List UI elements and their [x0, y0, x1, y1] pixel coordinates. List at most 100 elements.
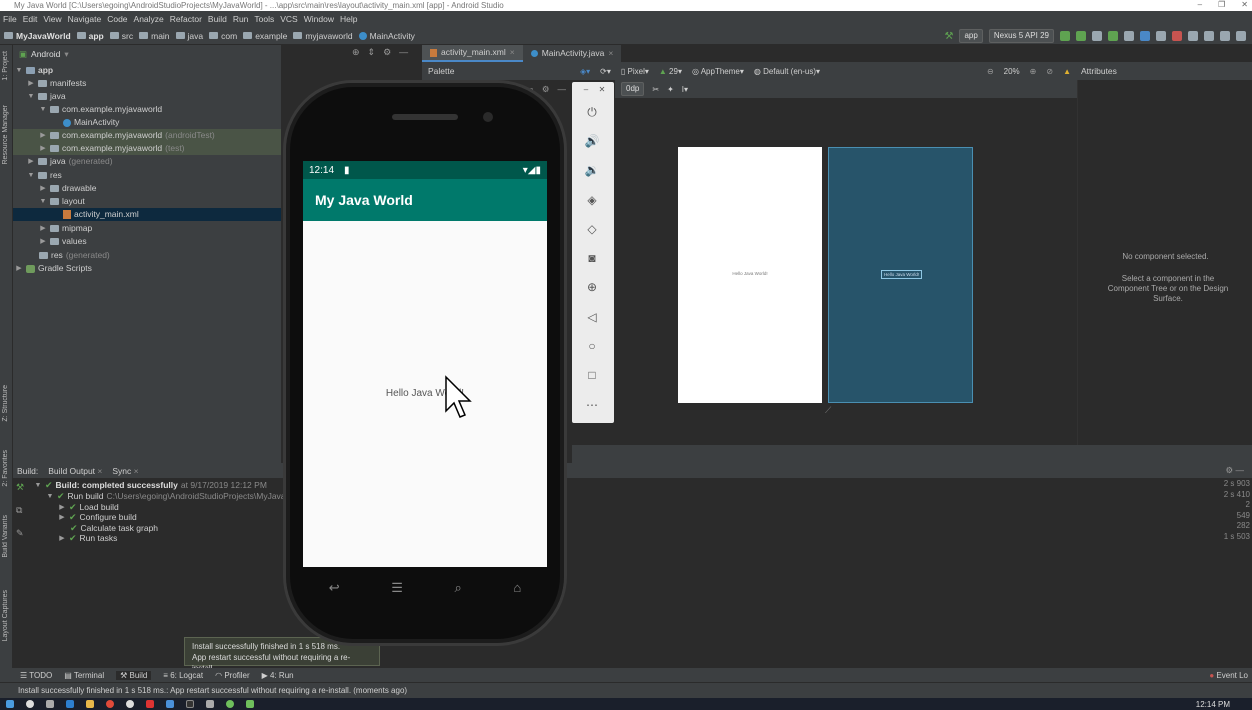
breadcrumb-example[interactable]: example [243, 31, 287, 41]
back-icon[interactable]: ◁ [584, 309, 600, 325]
tree-item-mainactivity[interactable]: MainActivity [63, 116, 119, 129]
blueprint-textview[interactable]: Hello Java World! [881, 270, 923, 279]
menu-analyze[interactable]: Analyze [134, 14, 170, 24]
menu-file[interactable]: File [3, 14, 23, 24]
tree-item-test[interactable]: ▶ com.example.myjavaworld (test) [13, 142, 281, 155]
more-icon[interactable]: ⋯ [584, 397, 600, 413]
tree-item-gradle-scripts[interactable]: ▶ Gradle Scripts [15, 262, 92, 275]
project-view-select[interactable]: Android [31, 49, 60, 59]
menu-vcs[interactable]: VCS [280, 14, 303, 24]
breadcrumb-app[interactable]: app [76, 31, 104, 41]
tab-terminal[interactable]: ▤ Terminal [64, 671, 104, 680]
menu-navigate[interactable]: Navigate [68, 14, 108, 24]
menu-build[interactable]: Build [208, 14, 233, 24]
orientation-icon[interactable]: ⟳▾ [600, 67, 611, 76]
menu-icon[interactable]: ☰ [391, 580, 403, 596]
coverage-icon[interactable] [1092, 31, 1102, 41]
hide-icon[interactable]: — [399, 47, 408, 58]
tree-item-androidtest[interactable]: ▶ com.example.myjavaworld (androidTest) [13, 129, 281, 142]
home-icon[interactable]: ⌂ [513, 580, 521, 596]
gear-icon[interactable]: ⚙ — [1226, 465, 1244, 476]
rotate-right-icon[interactable]: ◇ [584, 221, 600, 237]
tab-activity-main[interactable]: activity_main.xml × [422, 45, 523, 62]
search-icon[interactable]: ⌕ [454, 580, 461, 596]
breadcrumb-java[interactable]: java [175, 31, 203, 41]
menu-run[interactable]: Run [233, 14, 255, 24]
tab-logcat[interactable]: ≡ 6: Logcat [163, 671, 203, 680]
gear-icon[interactable]: ⚙ [542, 80, 550, 98]
breadcrumb-main[interactable]: main [139, 31, 170, 41]
tab-mainactivity-java[interactable]: MainActivity.java × [522, 45, 622, 62]
build-variants-tab[interactable]: Build Variants [2, 515, 9, 558]
android-studio-icon[interactable] [226, 700, 234, 708]
menu-view[interactable]: View [43, 14, 67, 24]
tab-profiler[interactable]: ◠ Profiler [215, 671, 250, 680]
home-icon[interactable]: ○ [584, 338, 600, 354]
close-icon[interactable]: ✕ [594, 82, 610, 98]
hammer-icon[interactable]: ⚒ [945, 31, 954, 42]
tree-item-drawable[interactable]: ▶ drawable [39, 182, 96, 195]
breadcrumb-myjavaworld[interactable]: myjavaworld [293, 31, 353, 41]
stop-icon[interactable] [1172, 31, 1182, 41]
design-preview-text[interactable]: Hello Java World! [678, 271, 822, 276]
breadcrumb-mainactivity[interactable]: MainActivity [358, 31, 415, 41]
tree-item-res-generated[interactable]: res (generated) [39, 249, 110, 262]
hide-icon[interactable]: — [558, 80, 567, 98]
settings-icon[interactable] [206, 700, 214, 708]
sync-icon[interactable] [1156, 31, 1166, 41]
gear-icon[interactable]: ⚙ [383, 47, 391, 58]
attach-debugger-icon[interactable] [1124, 31, 1134, 41]
run-icon[interactable] [1060, 31, 1070, 41]
menu-window[interactable]: Window [304, 14, 340, 24]
chrome-icon[interactable] [106, 700, 114, 708]
design-canvas[interactable] [572, 98, 1077, 445]
menu-code[interactable]: Code [107, 14, 133, 24]
mail-icon[interactable] [166, 700, 174, 708]
device-select[interactable]: Nexus 5 API 29 [988, 29, 1054, 43]
minimize-icon[interactable]: – [578, 82, 594, 98]
tab-build[interactable]: ⚒ Build [116, 670, 152, 680]
locale-select[interactable]: ◍ Default (en-us)▾ [754, 67, 820, 76]
search-icon[interactable] [26, 700, 34, 708]
project-structure-icon[interactable] [1188, 31, 1198, 41]
rotate-left-icon[interactable]: ◈ [584, 192, 600, 208]
toggle-view-icon[interactable]: ⧉ [16, 505, 24, 516]
vscode-icon[interactable] [66, 700, 74, 708]
project-tool-tab[interactable]: 1: Project [2, 51, 9, 81]
infer-constraints-icon[interactable]: ✦ [667, 85, 674, 94]
tab-build-output[interactable]: Build Output × [48, 466, 102, 476]
zoom-out-icon[interactable]: ⊖ [987, 67, 994, 76]
locate-icon[interactable]: ⊕ [352, 47, 360, 58]
emulator-icon[interactable] [246, 700, 254, 708]
tab-run[interactable]: ▶ 4: Run [262, 671, 294, 680]
collapse-icon[interactable]: ⇕ [368, 47, 376, 58]
search-icon[interactable] [1236, 31, 1246, 41]
zoom-icon[interactable]: ⊕ [584, 279, 600, 295]
tree-item-values[interactable]: ▶ values [39, 235, 86, 248]
task-view-icon[interactable] [46, 700, 54, 708]
zoom-fit-icon[interactable]: ⊘ [1046, 67, 1053, 76]
hello-text[interactable]: Hello Java World! [303, 388, 547, 399]
emulator-screen[interactable] [303, 161, 547, 567]
hammer-icon[interactable]: ⚒ [16, 482, 24, 493]
avd-manager-icon[interactable] [1220, 31, 1230, 41]
api-select[interactable]: ▲ 29▾ [659, 67, 682, 76]
theme-select[interactable]: ◎ AppTheme▾ [692, 67, 744, 76]
layout-captures-tab[interactable]: Layout Captures [2, 590, 9, 641]
breadcrumb-src[interactable]: src [109, 31, 133, 41]
debug-icon[interactable] [1108, 31, 1118, 41]
build-row-run-tasks[interactable]: ▶ ✔ Run tasks [58, 532, 117, 545]
clear-constraints-icon[interactable]: ✂ [652, 85, 659, 94]
terminal-icon[interactable] [186, 700, 194, 708]
blueprint-preview[interactable]: Hello Java World! [828, 147, 973, 403]
menu-tools[interactable]: Tools [254, 14, 280, 24]
menu-refactor[interactable]: Refactor [170, 14, 208, 24]
tree-item-activity-main-xml[interactable]: activity_main.xml [13, 208, 281, 221]
volume-up-icon[interactable]: 🔊 [584, 133, 600, 149]
event-log-tab[interactable]: ● Event Lo [1209, 671, 1248, 680]
info-icon[interactable] [126, 700, 134, 708]
tree-item-java-generated[interactable]: ▶ java (generated) [27, 155, 112, 168]
tree-item-java[interactable]: ▼ java [27, 90, 66, 103]
apply-changes-icon[interactable] [1076, 31, 1086, 41]
tab-sync[interactable]: Sync × [112, 466, 138, 476]
